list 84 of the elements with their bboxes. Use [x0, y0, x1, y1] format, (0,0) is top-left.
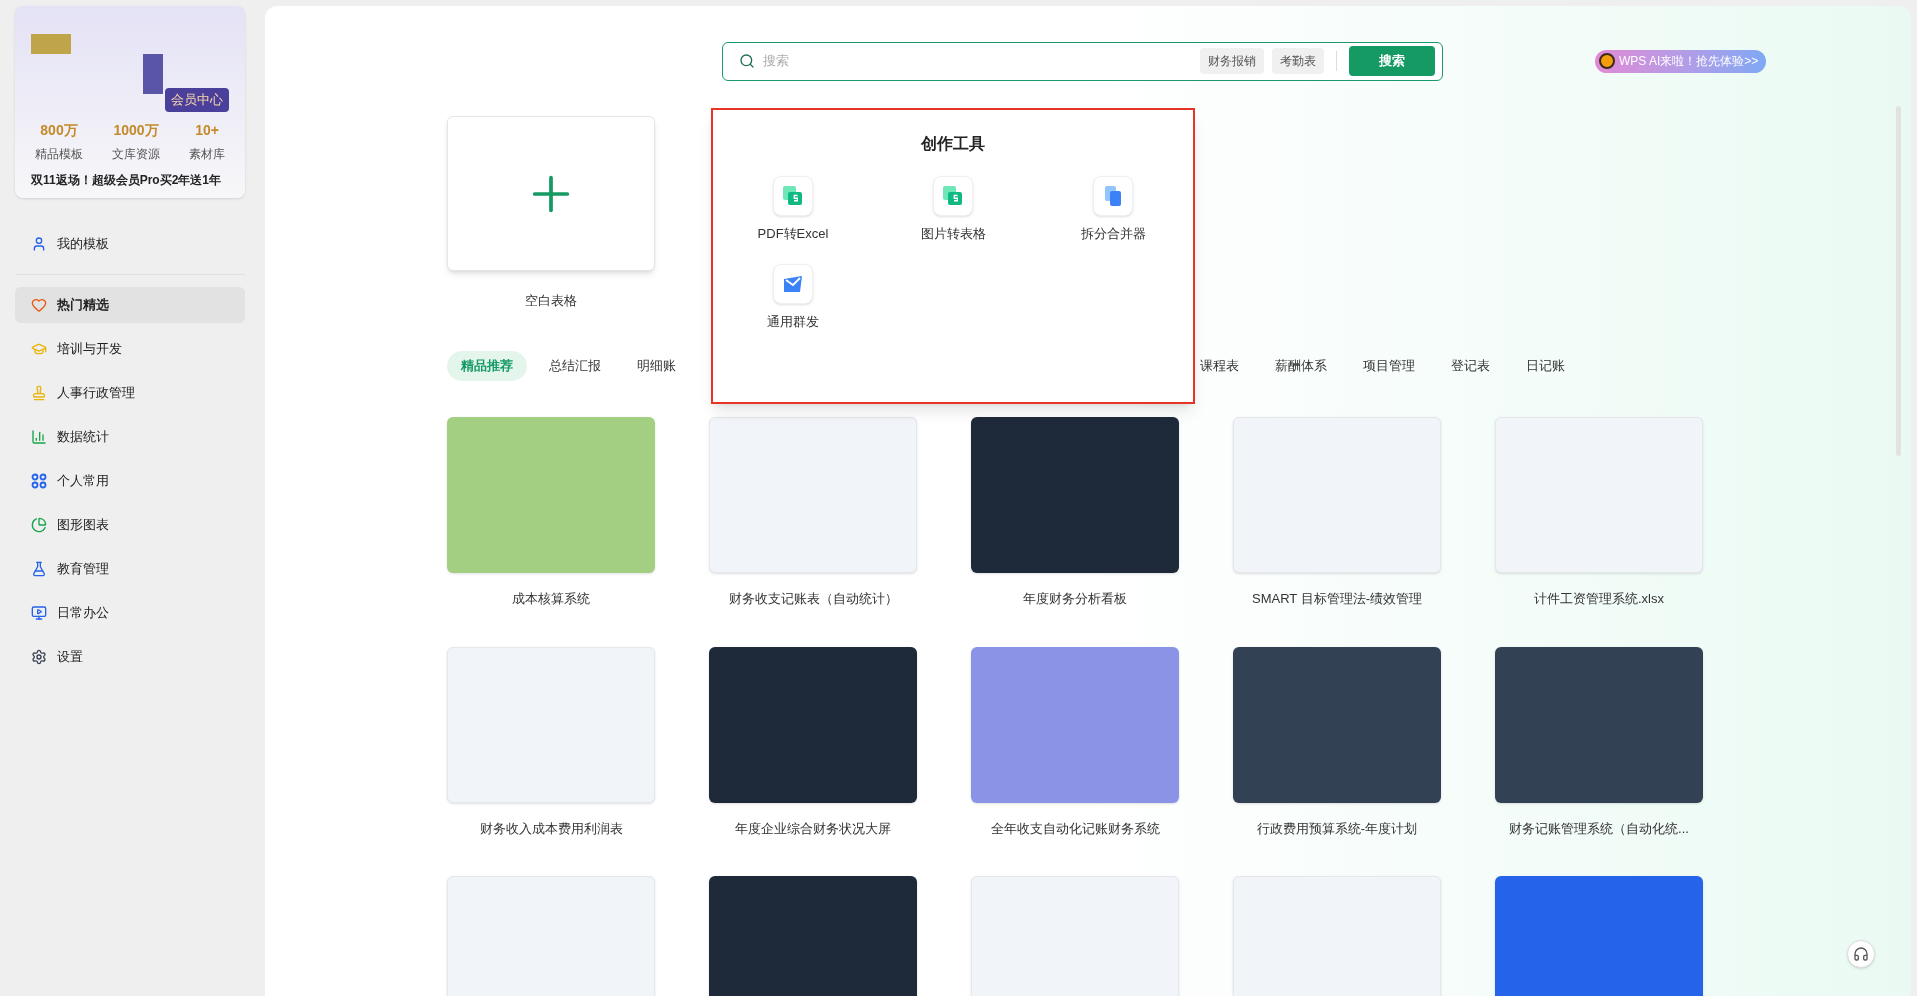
template-title[interactable]: 全年收支自动化记账财务系统	[990, 818, 1160, 838]
sidebar-item[interactable]: 我的模板	[15, 226, 245, 262]
sidebar-item[interactable]: 教育管理	[15, 551, 245, 587]
sidebar-item[interactable]: 设置	[15, 639, 245, 675]
flask-icon	[31, 561, 47, 577]
blank-sheet-card[interactable]	[447, 116, 655, 271]
category-tab[interactable]: 总结汇报	[535, 351, 615, 381]
template-preview[interactable]	[1495, 876, 1703, 996]
template-preview[interactable]	[709, 646, 917, 803]
template-title[interactable]: 计件工资管理系统.xlsx	[1534, 589, 1664, 609]
search-field[interactable]: 搜索 财务报销 考勤表 搜索	[722, 41, 1443, 81]
sidebar-item[interactable]: 数据统计	[15, 419, 245, 455]
graduation-cap-icon	[31, 341, 47, 357]
promo-text[interactable]: 双11返场！超级会员Pro买2年送1年	[31, 170, 229, 189]
sidebar-item[interactable]: 日常办公	[15, 595, 245, 631]
template-preview[interactable]	[709, 417, 917, 573]
tool-label[interactable]: 图片转表格	[920, 224, 986, 244]
tool-tile[interactable]	[773, 263, 813, 304]
template-preview[interactable]	[447, 417, 655, 573]
stat-value: 1000万	[113, 120, 159, 140]
sidebar-item[interactable]: 图形图表	[15, 507, 245, 543]
grid-icon	[31, 473, 47, 489]
spreadsheet-icon	[941, 184, 965, 208]
template-preview[interactable]	[971, 876, 1179, 996]
stat-label: 文库资源	[112, 145, 160, 163]
stat-label: 素材库	[189, 145, 225, 163]
category-tab[interactable]: 项目管理	[1349, 351, 1429, 381]
category-tab[interactable]: 课程表	[1186, 351, 1253, 381]
sidebar-item[interactable]: 个人常用	[15, 463, 245, 499]
tool-tile[interactable]	[933, 176, 973, 216]
template-preview[interactable]	[1233, 417, 1441, 573]
settings-icon	[31, 649, 47, 665]
search-icon	[739, 53, 755, 69]
sidebar-item[interactable]: 热门精选	[15, 287, 245, 323]
blank-sheet-label: 空白表格	[525, 292, 577, 310]
stat-value: 800万	[40, 120, 78, 140]
stat-value: 10+	[195, 120, 219, 140]
monitor-icon	[31, 605, 47, 621]
support-icon[interactable]	[1847, 940, 1875, 968]
stat-label: 精品模板	[35, 145, 83, 163]
sidebar-item[interactable]: 人事行政管理	[15, 375, 245, 411]
ai-logo-icon	[1599, 53, 1615, 69]
template-title[interactable]: 年度财务分析看板	[1023, 589, 1127, 609]
search-button[interactable]: 搜索	[1349, 46, 1435, 76]
category-tab[interactable]: 登记表	[1437, 351, 1504, 381]
scrollbar-thumb[interactable]	[1896, 106, 1901, 456]
search-suggestion-chip[interactable]: 考勤表	[1272, 48, 1324, 74]
search-input[interactable]: 搜索	[763, 51, 1192, 71]
pie-chart-icon	[31, 517, 47, 533]
template-title[interactable]: 行政费用预算系统-年度计划	[1256, 818, 1418, 838]
search-suggestion-chip[interactable]: 财务报销	[1200, 48, 1264, 74]
template-preview[interactable]	[447, 646, 655, 803]
template-title[interactable]: 财务收入成本费用利润表	[479, 818, 623, 838]
member-center-button[interactable]: 会员中心	[165, 88, 229, 112]
template-preview[interactable]	[971, 646, 1179, 803]
category-tab[interactable]: 日记账	[1512, 351, 1579, 381]
sidebar-item[interactable]: 培训与开发	[15, 331, 245, 367]
tool-label[interactable]: 拆分合并器	[1080, 224, 1146, 244]
bar-chart-icon	[31, 429, 47, 445]
stamp-icon	[31, 385, 47, 401]
avatar-placeholder	[31, 34, 71, 54]
template-preview[interactable]	[1495, 646, 1703, 803]
template-preview[interactable]	[709, 876, 917, 996]
category-tab[interactable]: 明细账	[623, 351, 690, 381]
template-preview[interactable]	[1495, 417, 1703, 573]
template-preview[interactable]	[447, 876, 655, 996]
template-title[interactable]: 年度企业综合财务状况大屏	[735, 818, 891, 838]
tool-tile[interactable]	[773, 176, 813, 216]
template-title[interactable]: 成本核算系统	[512, 589, 590, 609]
template-title[interactable]: SMART 目标管理法-绩效管理	[1252, 589, 1422, 609]
template-title[interactable]: 财务记账管理系统（自动化统...	[1509, 818, 1689, 838]
spreadsheet-icon	[781, 184, 805, 208]
tool-label[interactable]: 通用群发	[767, 311, 819, 331]
username-placeholder	[143, 54, 163, 94]
template-preview[interactable]	[1233, 876, 1441, 996]
template-preview[interactable]	[1233, 646, 1441, 803]
category-tab[interactable]: 薪酬体系	[1261, 351, 1341, 381]
tool-label[interactable]: PDF转Excel	[757, 224, 829, 244]
heart-icon	[31, 297, 47, 313]
popup-title: 创作工具	[921, 134, 985, 154]
user-icon	[31, 236, 47, 252]
tool-tile[interactable]	[1093, 176, 1133, 216]
template-preview[interactable]	[971, 417, 1179, 573]
template-title[interactable]: 财务收支记账表（自动统计）	[728, 589, 898, 609]
